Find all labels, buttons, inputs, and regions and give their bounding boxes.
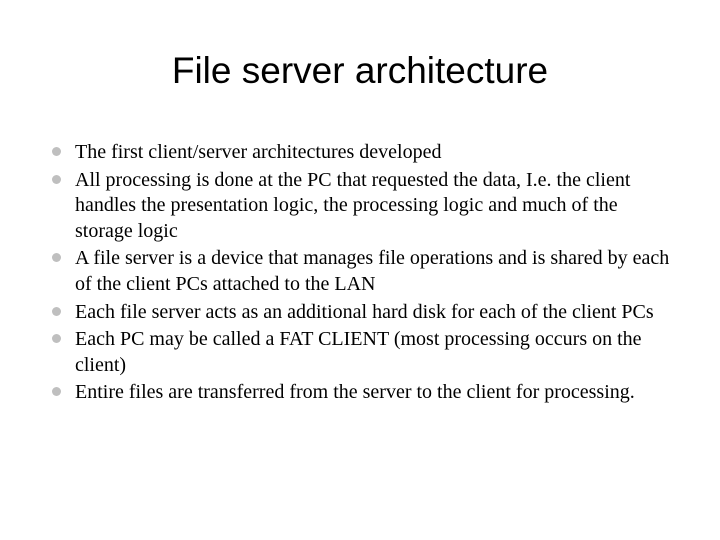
bullet-text: A file server is a device that manages f…	[75, 246, 670, 297]
bullet-icon	[52, 175, 61, 184]
bullet-text: Entire files are transferred from the se…	[75, 380, 670, 406]
slide-title: File server architecture	[50, 50, 670, 92]
bullet-text: Each file server acts as an additional h…	[75, 300, 670, 326]
list-item: The first client/server architectures de…	[50, 140, 670, 166]
bullet-text: All processing is done at the PC that re…	[75, 168, 670, 245]
list-item: Each PC may be called a FAT CLIENT (most…	[50, 327, 670, 378]
bullet-icon	[52, 147, 61, 156]
bullet-icon	[52, 253, 61, 262]
bullet-icon	[52, 307, 61, 316]
bullet-text: The first client/server architectures de…	[75, 140, 670, 166]
bullet-list: The first client/server architectures de…	[50, 140, 670, 406]
list-item: Entire files are transferred from the se…	[50, 380, 670, 406]
list-item: Each file server acts as an additional h…	[50, 300, 670, 326]
bullet-icon	[52, 387, 61, 396]
bullet-icon	[52, 334, 61, 343]
list-item: A file server is a device that manages f…	[50, 246, 670, 297]
list-item: All processing is done at the PC that re…	[50, 168, 670, 245]
bullet-text: Each PC may be called a FAT CLIENT (most…	[75, 327, 670, 378]
